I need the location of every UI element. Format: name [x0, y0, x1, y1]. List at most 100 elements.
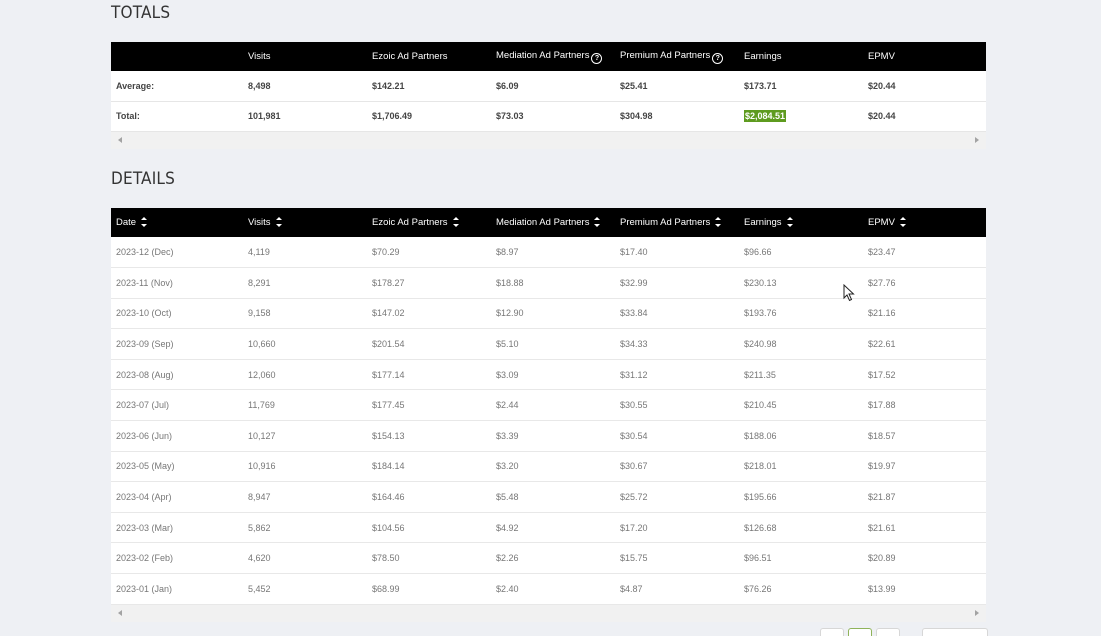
table-row: 2023-12 (Dec) 4,119 $70.29 $8.97 $17.40 $96.6…: [111, 237, 986, 268]
table-row: 2023-09 (Sep) 10,660 $201.54 $5.10 $34.33 $24…: [111, 329, 986, 360]
sort-icon[interactable]: [141, 217, 148, 227]
pagination-next-button[interactable]: [876, 628, 900, 636]
totals-header-row: Visits Ezoic Ad Partners Mediation Ad Pa…: [111, 42, 986, 71]
scroll-left-icon[interactable]: [118, 136, 122, 143]
sort-icon[interactable]: [594, 217, 601, 227]
totals-cell: $20.44: [868, 111, 896, 121]
details-header-ezoic[interactable]: Ezoic Ad Partners: [366, 208, 490, 237]
totals-header-visits: Visits: [248, 51, 271, 62]
table-cell: $164.46: [372, 492, 405, 503]
details-header-row: Date Visits Ezoic Ad Partners Mediation …: [111, 208, 986, 237]
table-cell: $240.98: [744, 339, 777, 350]
scroll-right-icon[interactable]: [975, 136, 979, 143]
pagination-page-button[interactable]: [848, 628, 872, 636]
table-cell: $33.84: [620, 308, 648, 319]
table-cell: $3.20: [496, 461, 519, 472]
totals-header-earnings: Earnings: [744, 51, 782, 62]
table-row: 2023-10 (Oct) 9,158 $147.02 $12.90 $33.84 $19…: [111, 298, 986, 329]
totals-title: TOTALS: [111, 3, 171, 23]
table-cell: $177.14: [372, 369, 405, 380]
table-row: 2023-06 (Jun) 10,127 $154.13 $3.39 $30.54 $18…: [111, 421, 986, 452]
details-header-premium[interactable]: Premium Ad Partners: [614, 208, 738, 237]
scroll-right-icon[interactable]: [975, 609, 979, 616]
table-cell: 5,452: [248, 583, 271, 594]
table-row: 2023-03 (Mar) 5,862 $104.56 $4.92 $17.20 $126…: [111, 512, 986, 543]
totals-cell: $73.03: [496, 111, 524, 121]
details-table: Date Visits Ezoic Ad Partners Mediation …: [111, 208, 986, 605]
table-cell: 8,947: [248, 492, 271, 503]
table-row: 2023-04 (Apr) 8,947 $164.46 $5.48 $25.72 $195…: [111, 482, 986, 513]
sort-icon[interactable]: [899, 217, 906, 227]
report-page: TOTALS Visits Ezoic Ad Partners Mediatio…: [0, 0, 1101, 636]
table-cell: 4,620: [248, 553, 271, 564]
help-icon[interactable]: ?: [591, 52, 603, 64]
totals-cell-earnings: $2,084.51: [738, 101, 862, 131]
details-header-epmv[interactable]: EPMV: [862, 208, 986, 237]
table-cell: $5.10: [496, 339, 519, 350]
table-cell: 2023-12 (Dec): [116, 247, 174, 258]
table-cell: 9,158: [248, 308, 271, 319]
table-cell: $96.66: [744, 247, 772, 258]
sort-icon[interactable]: [715, 217, 722, 227]
table-cell: $20.89: [868, 553, 896, 564]
table-cell: $5.48: [496, 492, 519, 503]
totals-row-average: Average: 8,498 $142.21 $6.09 $25.41 $173…: [111, 71, 986, 101]
details-header-earnings[interactable]: Earnings: [738, 208, 862, 237]
totals-cell: $25.41: [620, 80, 648, 91]
pagination-prev-button[interactable]: [820, 628, 844, 636]
table-cell: $68.99: [372, 583, 400, 594]
totals-table-container: Visits Ezoic Ad Partners Mediation Ad Pa…: [111, 42, 986, 149]
table-cell: $96.51: [744, 553, 772, 564]
details-header-mediation[interactable]: Mediation Ad Partners: [490, 208, 614, 237]
table-cell: 10,660: [248, 339, 276, 350]
table-cell: 2023-07 (Jul): [116, 400, 170, 411]
table-cell: $3.09: [496, 369, 519, 380]
sort-icon[interactable]: [275, 217, 282, 227]
pagination-size-select[interactable]: [922, 628, 988, 636]
table-cell: $17.88: [868, 400, 896, 411]
totals-header-ezoic: Ezoic Ad Partners: [372, 51, 448, 62]
table-cell: 2023-01 (Jan): [116, 583, 173, 594]
totals-header-mediation: Mediation Ad Partners?: [490, 42, 614, 71]
table-cell: $2.40: [496, 583, 519, 594]
table-cell: $21.87: [868, 492, 896, 503]
totals-horizontal-scrollbar[interactable]: [111, 131, 986, 149]
details-horizontal-scrollbar[interactable]: [111, 604, 986, 622]
totals-table: Visits Ezoic Ad Partners Mediation Ad Pa…: [111, 42, 986, 132]
table-cell: $154.13: [372, 430, 405, 441]
table-cell: $70.29: [372, 247, 400, 258]
table-cell: 12,060: [248, 369, 276, 380]
table-cell: $30.67: [620, 461, 648, 472]
table-cell: $19.97: [868, 461, 896, 472]
table-cell: 2023-11 (Nov): [116, 277, 173, 288]
table-row: 2023-07 (Jul) 11,769 $177.45 $2.44 $30.55 $21…: [111, 390, 986, 421]
table-cell: $126.68: [744, 522, 777, 533]
totals-cell: 101,981: [248, 111, 281, 121]
table-cell: $21.61: [868, 522, 896, 533]
table-cell: $15.75: [620, 553, 648, 564]
table-cell: $78.50: [372, 553, 400, 564]
table-cell: 5,862: [248, 522, 271, 533]
help-icon[interactable]: ?: [712, 52, 724, 64]
totals-header-label: [111, 42, 242, 71]
table-cell: $3.39: [496, 430, 519, 441]
table-cell: $76.26: [744, 583, 772, 594]
table-cell: $13.99: [868, 583, 896, 594]
table-cell: $4.87: [620, 583, 643, 594]
table-cell: 2023-02 (Feb): [116, 553, 174, 564]
table-cell: $17.20: [620, 522, 648, 533]
totals-cell: $1,706.49: [372, 111, 413, 121]
totals-cell: Average:: [116, 80, 155, 91]
table-cell: $22.61: [868, 339, 896, 350]
table-cell: 4,119: [248, 247, 270, 258]
totals-cell: $6.09: [496, 80, 519, 91]
pagination: [820, 628, 988, 636]
sort-icon[interactable]: [452, 217, 459, 227]
scroll-left-icon[interactable]: [118, 609, 122, 616]
table-cell: 2023-09 (Sep): [116, 339, 174, 350]
details-header-visits[interactable]: Visits: [242, 208, 366, 237]
details-header-date[interactable]: Date: [111, 208, 242, 237]
sort-icon[interactable]: [786, 217, 793, 227]
table-cell: $21.16: [868, 308, 896, 319]
table-cell: $147.02: [372, 308, 405, 319]
